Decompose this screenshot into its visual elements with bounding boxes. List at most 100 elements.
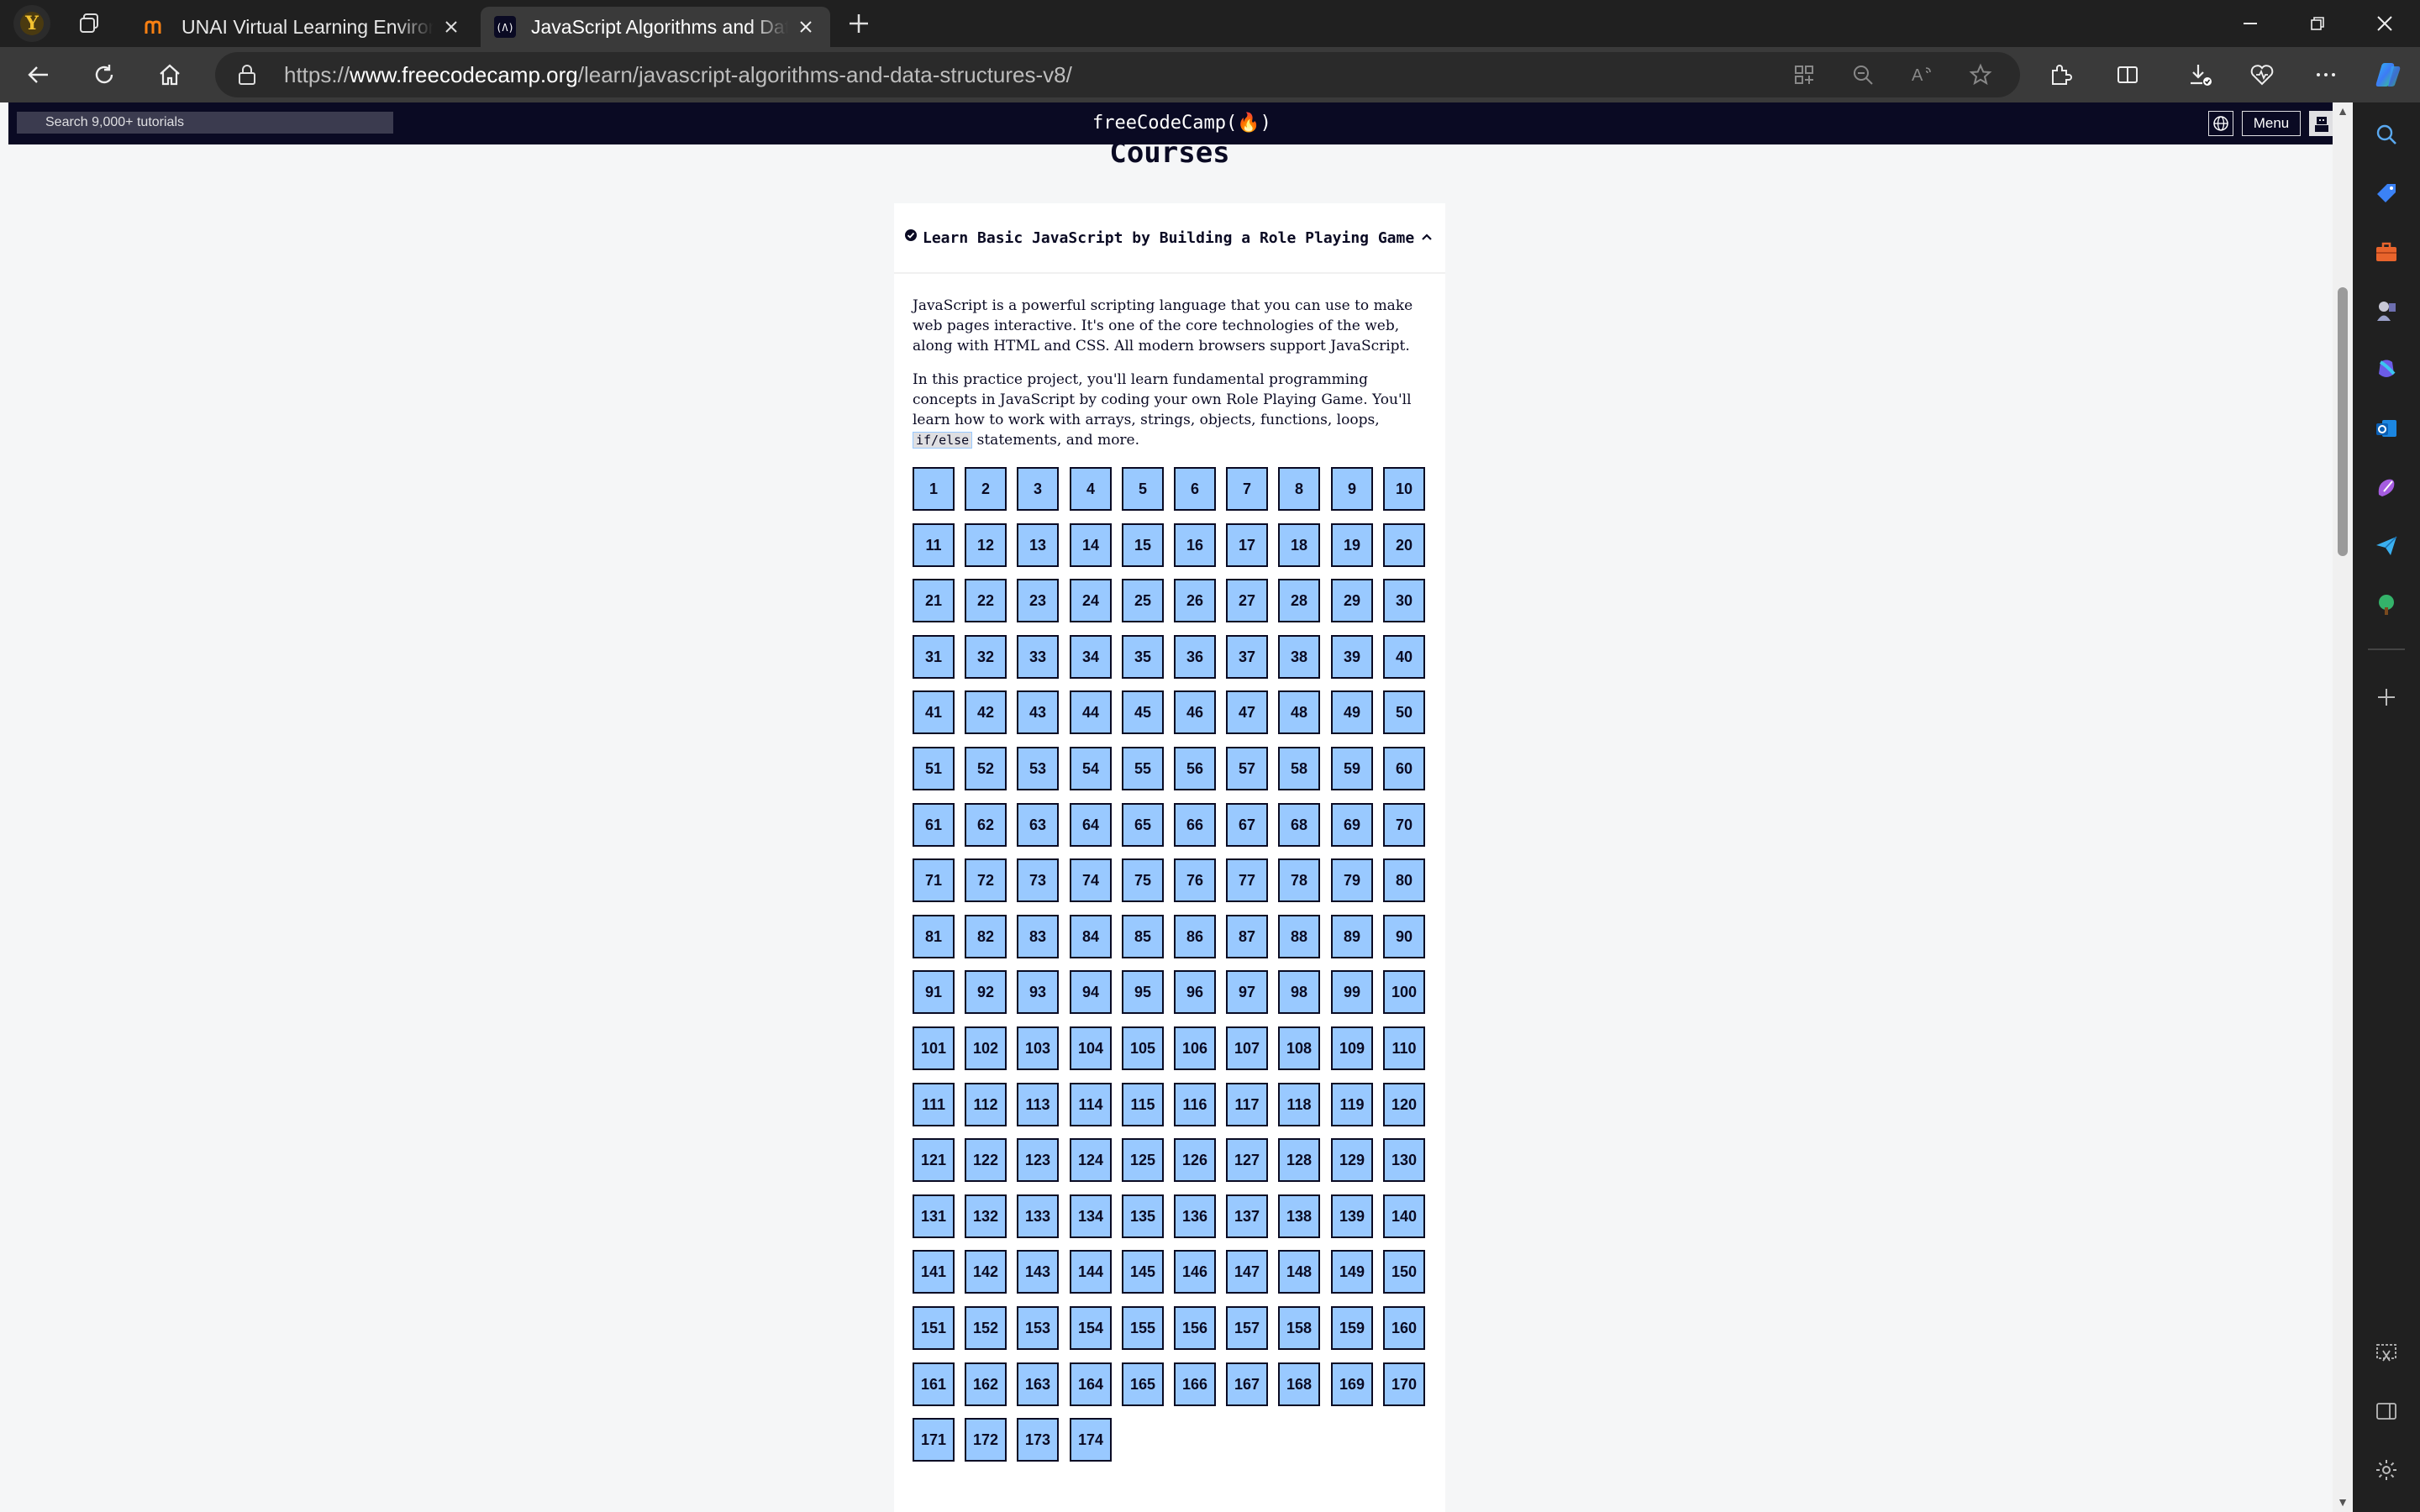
more-options-icon[interactable] <box>2311 60 2341 90</box>
step-63-button[interactable]: 63 <box>1017 803 1059 847</box>
step-87-button[interactable]: 87 <box>1226 915 1268 958</box>
step-27-button[interactable]: 27 <box>1226 579 1268 622</box>
step-72-button[interactable]: 72 <box>965 858 1007 902</box>
restore-window-icon[interactable] <box>2299 8 2336 39</box>
step-113-button[interactable]: 113 <box>1017 1083 1059 1126</box>
search-icon[interactable] <box>2371 119 2402 150</box>
split-screen-icon[interactable] <box>2112 60 2143 90</box>
zoom-out-icon[interactable] <box>1849 60 1877 89</box>
step-11-button[interactable]: 11 <box>913 523 955 567</box>
step-54-button[interactable]: 54 <box>1070 747 1112 790</box>
step-53-button[interactable]: 53 <box>1017 747 1059 790</box>
step-76-button[interactable]: 76 <box>1174 858 1216 902</box>
hide-sidebar-icon[interactable] <box>2371 1396 2402 1426</box>
step-19-button[interactable]: 19 <box>1331 523 1373 567</box>
step-88-button[interactable]: 88 <box>1278 915 1320 958</box>
workspaces-icon[interactable] <box>74 8 104 39</box>
page-scrollbar[interactable]: ▲ ▼ <box>2333 102 2353 1512</box>
step-94-button[interactable]: 94 <box>1070 970 1112 1014</box>
refresh-icon[interactable] <box>89 60 119 90</box>
favorite-star-icon[interactable] <box>1966 60 1995 89</box>
add-sidebar-app-icon[interactable] <box>2371 682 2402 712</box>
step-80-button[interactable]: 80 <box>1383 858 1425 902</box>
step-21-button[interactable]: 21 <box>913 579 955 622</box>
step-119-button[interactable]: 119 <box>1331 1083 1373 1126</box>
step-159-button[interactable]: 159 <box>1331 1306 1373 1350</box>
step-31-button[interactable]: 31 <box>913 635 955 679</box>
step-32-button[interactable]: 32 <box>965 635 1007 679</box>
step-91-button[interactable]: 91 <box>913 970 955 1014</box>
step-71-button[interactable]: 71 <box>913 858 955 902</box>
tutorial-search-input[interactable] <box>17 112 393 134</box>
address-bar[interactable]: https://www.freecodecamp.org/learn/javas… <box>215 52 2020 97</box>
step-81-button[interactable]: 81 <box>913 915 955 958</box>
step-2-button[interactable]: 2 <box>965 467 1007 511</box>
step-145-button[interactable]: 145 <box>1122 1250 1164 1294</box>
app-available-icon[interactable] <box>1790 60 1818 89</box>
step-138-button[interactable]: 138 <box>1278 1194 1320 1238</box>
step-111-button[interactable]: 111 <box>913 1083 955 1126</box>
microsoft-365-icon[interactable] <box>2371 354 2402 385</box>
step-85-button[interactable]: 85 <box>1122 915 1164 958</box>
step-64-button[interactable]: 64 <box>1070 803 1112 847</box>
screenshot-icon[interactable] <box>2371 1337 2402 1368</box>
scroll-down-icon[interactable]: ▼ <box>2336 1495 2349 1509</box>
step-148-button[interactable]: 148 <box>1278 1250 1320 1294</box>
downloads-icon[interactable] <box>2185 60 2215 90</box>
step-6-button[interactable]: 6 <box>1174 467 1216 511</box>
step-92-button[interactable]: 92 <box>965 970 1007 1014</box>
close-tab-icon[interactable] <box>440 16 462 38</box>
step-123-button[interactable]: 123 <box>1017 1138 1059 1182</box>
step-82-button[interactable]: 82 <box>965 915 1007 958</box>
step-50-button[interactable]: 50 <box>1383 690 1425 734</box>
step-142-button[interactable]: 142 <box>965 1250 1007 1294</box>
menu-button[interactable]: Menu <box>2242 111 2301 136</box>
step-23-button[interactable]: 23 <box>1017 579 1059 622</box>
step-35-button[interactable]: 35 <box>1122 635 1164 679</box>
step-106-button[interactable]: 106 <box>1174 1026 1216 1070</box>
step-20-button[interactable]: 20 <box>1383 523 1425 567</box>
extensions-icon[interactable] <box>2045 60 2075 90</box>
profile-button[interactable]: Y <box>13 5 50 42</box>
step-44-button[interactable]: 44 <box>1070 690 1112 734</box>
step-99-button[interactable]: 99 <box>1331 970 1373 1014</box>
step-140-button[interactable]: 140 <box>1383 1194 1425 1238</box>
designer-icon[interactable] <box>2371 472 2402 502</box>
step-30-button[interactable]: 30 <box>1383 579 1425 622</box>
block-header-toggle[interactable]: Learn Basic JavaScript by Building a Rol… <box>894 203 1445 274</box>
step-133-button[interactable]: 133 <box>1017 1194 1059 1238</box>
step-144-button[interactable]: 144 <box>1070 1250 1112 1294</box>
step-5-button[interactable]: 5 <box>1122 467 1164 511</box>
step-122-button[interactable]: 122 <box>965 1138 1007 1182</box>
step-59-button[interactable]: 59 <box>1331 747 1373 790</box>
scrollbar-thumb[interactable] <box>2338 287 2348 556</box>
step-108-button[interactable]: 108 <box>1278 1026 1320 1070</box>
step-24-button[interactable]: 24 <box>1070 579 1112 622</box>
new-tab-icon[interactable] <box>844 8 874 39</box>
lock-icon[interactable] <box>235 63 259 87</box>
settings-gear-icon[interactable] <box>2371 1455 2402 1485</box>
step-48-button[interactable]: 48 <box>1278 690 1320 734</box>
step-46-button[interactable]: 46 <box>1174 690 1216 734</box>
step-86-button[interactable]: 86 <box>1174 915 1216 958</box>
step-96-button[interactable]: 96 <box>1174 970 1216 1014</box>
step-34-button[interactable]: 34 <box>1070 635 1112 679</box>
tab-unai[interactable]: UNAI Virtual Learning Environment <box>131 7 476 47</box>
step-104-button[interactable]: 104 <box>1070 1026 1112 1070</box>
step-134-button[interactable]: 134 <box>1070 1194 1112 1238</box>
step-3-button[interactable]: 3 <box>1017 467 1059 511</box>
step-117-button[interactable]: 117 <box>1226 1083 1268 1126</box>
tree-icon[interactable] <box>2371 590 2402 620</box>
step-7-button[interactable]: 7 <box>1226 467 1268 511</box>
step-67-button[interactable]: 67 <box>1226 803 1268 847</box>
step-9-button[interactable]: 9 <box>1331 467 1373 511</box>
step-147-button[interactable]: 147 <box>1226 1250 1268 1294</box>
language-globe-icon[interactable] <box>2208 111 2233 136</box>
step-115-button[interactable]: 115 <box>1122 1083 1164 1126</box>
step-100-button[interactable]: 100 <box>1383 970 1425 1014</box>
step-55-button[interactable]: 55 <box>1122 747 1164 790</box>
step-10-button[interactable]: 10 <box>1383 467 1425 511</box>
step-127-button[interactable]: 127 <box>1226 1138 1268 1182</box>
step-107-button[interactable]: 107 <box>1226 1026 1268 1070</box>
step-18-button[interactable]: 18 <box>1278 523 1320 567</box>
